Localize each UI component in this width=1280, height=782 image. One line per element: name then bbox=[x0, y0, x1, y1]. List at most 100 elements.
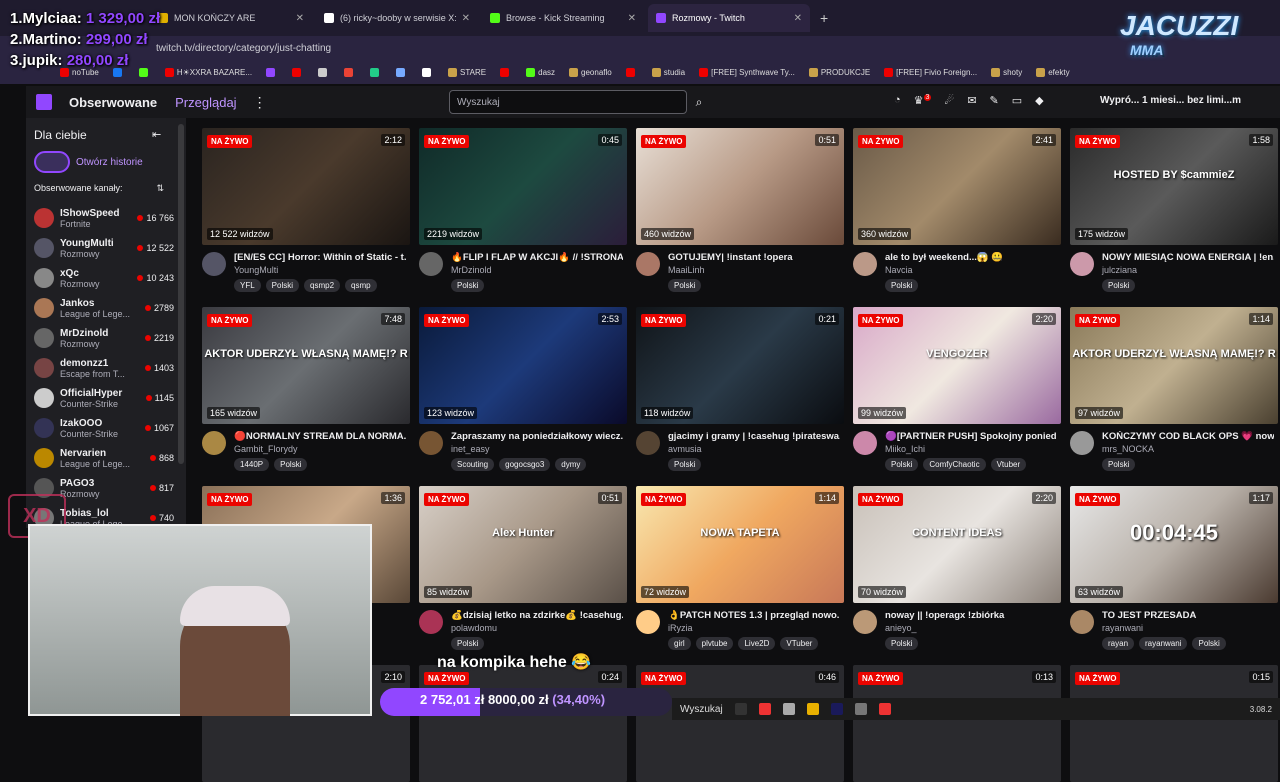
streamer-name[interactable]: inet_easy bbox=[451, 444, 623, 454]
stream-card[interactable]: NA ŻYWO 2:12 12 522 widzów [EN/ES CC] Hor… bbox=[202, 128, 410, 292]
address-bar[interactable]: twitch.tv/directory/category/just-chatti… bbox=[0, 36, 1280, 60]
avatar[interactable] bbox=[636, 252, 660, 276]
collapse-icon[interactable]: ⇤ bbox=[152, 128, 161, 141]
bookmark-item[interactable]: geonaflo bbox=[569, 67, 612, 77]
close-tab-icon[interactable]: ✕ bbox=[462, 13, 470, 24]
streamer-name[interactable]: iRyzia bbox=[668, 623, 840, 633]
stream-thumbnail[interactable]: NA ŻYWO 1:14 NOWA TAPETA 72 widzów bbox=[636, 486, 844, 603]
browser-tab[interactable]: (6) ricky~dooby w serwisie X: „ ✕ bbox=[316, 4, 478, 32]
crown-icon[interactable]: ♛ 3 bbox=[914, 94, 932, 107]
bookmark-item[interactable]: H☀XXRA BAZARE... bbox=[164, 67, 252, 77]
tag[interactable]: YFL bbox=[234, 279, 261, 292]
tag[interactable]: ComfyChaotic bbox=[923, 458, 986, 471]
stream-title[interactable]: Zapraszamy na poniedziałkowy wiecz... bbox=[451, 431, 623, 442]
tag[interactable]: Polski bbox=[668, 458, 702, 471]
browser-tab[interactable]: Browse - Kick Streaming ✕ bbox=[482, 4, 644, 32]
stream-card[interactable]: NA ŻYWO 0:51 Alex Hunter 85 widzów 💰dzisia… bbox=[419, 486, 627, 650]
more-menu-icon[interactable]: ⋮ bbox=[253, 94, 267, 111]
tag[interactable]: rayan bbox=[1102, 637, 1135, 650]
search-input[interactable]: Wyszukaj bbox=[449, 90, 687, 114]
tag[interactable]: rayanwani bbox=[1139, 637, 1188, 650]
stream-card[interactable]: NA ŻYWO 0:24 bbox=[419, 665, 627, 782]
stream-card[interactable]: NA ŻYWO 0:45 2219 widzów 🔥FLIP I FLAP W A… bbox=[419, 128, 627, 292]
streamer-name[interactable]: polawdomu bbox=[451, 623, 623, 633]
avatar[interactable] bbox=[853, 610, 877, 634]
taskbar-search[interactable]: Wyszukaj bbox=[680, 704, 723, 715]
stream-title[interactable]: noway || !operagx !zbiórka bbox=[885, 610, 1057, 621]
tag[interactable]: Vtuber bbox=[990, 458, 1027, 471]
search-icon[interactable]: ⌕ bbox=[688, 90, 710, 114]
url-text[interactable]: twitch.tv/directory/category/just-chatti… bbox=[156, 43, 331, 54]
streamer-name[interactable]: anieyo_ bbox=[885, 623, 1057, 633]
tag[interactable]: Polski bbox=[451, 279, 485, 292]
sidebar-channel[interactable]: YoungMulti Rozmowy 12 522 bbox=[34, 234, 174, 262]
avatar[interactable] bbox=[853, 252, 877, 276]
stories-button[interactable]: Otwórz historie bbox=[34, 151, 143, 173]
tag[interactable]: Polski bbox=[1192, 637, 1226, 650]
stream-card[interactable]: NA ŻYWO 1:58 HOSTED BY $cammieZ 175 widzów… bbox=[1070, 128, 1278, 292]
stream-thumbnail[interactable]: NA ŻYWO 0:21 118 widzów bbox=[636, 307, 844, 424]
stream-title[interactable]: TO JEST PRZESADA bbox=[1102, 610, 1274, 621]
tag[interactable]: Polski bbox=[668, 279, 702, 292]
avatar[interactable] bbox=[419, 252, 443, 276]
avatar[interactable] bbox=[853, 431, 877, 455]
stream-title[interactable]: [EN/ES CC] Horror: Within of Static - t.… bbox=[234, 252, 406, 263]
bookmark-item[interactable] bbox=[266, 67, 278, 77]
sidebar-channel[interactable]: IzakOOO Counter-Strike 1067 bbox=[34, 414, 174, 442]
tag[interactable]: dymy bbox=[555, 458, 587, 471]
stream-thumbnail[interactable]: NA ŻYWO 0:46 bbox=[636, 665, 844, 782]
tag[interactable]: Polski bbox=[1102, 458, 1136, 471]
stream-thumbnail[interactable]: NA ŻYWO 2:53 123 widzów bbox=[419, 307, 627, 424]
stream-title[interactable]: GOTUJEMY| !instant !opera bbox=[668, 252, 840, 263]
tag[interactable]: VTuber bbox=[780, 637, 819, 650]
close-tab-icon[interactable]: ✕ bbox=[296, 13, 304, 24]
tag[interactable]: Polski bbox=[1102, 279, 1136, 292]
bookmark-item[interactable] bbox=[370, 67, 382, 77]
bookmark-item[interactable]: shoty bbox=[991, 67, 1022, 77]
streamer-name[interactable]: Miiko_Ichi bbox=[885, 444, 1057, 454]
bookmark-item[interactable]: PRODUKCJE bbox=[808, 67, 870, 77]
stream-card[interactable]: NA ŻYWO 0:51 460 widzów GOTUJEMY| !instan… bbox=[636, 128, 844, 292]
sidebar-channel[interactable]: IShowSpeed Fortnite 16 766 bbox=[34, 204, 174, 232]
bookmark-item[interactable]: [FREE] Synthwave Ty... bbox=[699, 67, 795, 77]
stream-title[interactable]: ale to był weekend...😱 🤐 bbox=[885, 252, 1057, 263]
streamer-name[interactable]: YoungMulti bbox=[234, 265, 406, 275]
tag[interactable]: Scouting bbox=[451, 458, 495, 471]
tray-app-icon[interactable] bbox=[854, 703, 867, 715]
avatar[interactable] bbox=[636, 610, 660, 634]
avatar[interactable] bbox=[1070, 252, 1094, 276]
tag[interactable]: Polski bbox=[885, 279, 919, 292]
sidebar-channel[interactable]: OfficialHyper Counter-Strike 1145 bbox=[34, 384, 174, 412]
inbox-icon[interactable]: ✉ bbox=[967, 94, 976, 107]
sidebar-channel[interactable]: xQc Rozmowy 10 243 bbox=[34, 264, 174, 292]
stream-thumbnail[interactable]: NA ŻYWO 0:45 2219 widzów bbox=[419, 128, 627, 245]
bookmark-item[interactable] bbox=[344, 67, 356, 77]
stream-thumbnail[interactable]: NA ŻYWO 0:13 bbox=[853, 665, 1061, 782]
drops-icon[interactable]: ☄ bbox=[944, 94, 954, 107]
twitch-logo-icon[interactable] bbox=[36, 94, 52, 110]
bookmark-item[interactable] bbox=[500, 67, 512, 77]
premiere-icon[interactable] bbox=[830, 703, 843, 715]
stream-card[interactable]: NA ŻYWO 0:13 bbox=[853, 665, 1061, 782]
nav-following[interactable]: Obserwowane bbox=[69, 95, 157, 110]
bookmark-item[interactable] bbox=[625, 67, 638, 77]
stream-title[interactable]: gjacimy i gramy | !casehug !pirateswa... bbox=[668, 431, 840, 442]
tag[interactable]: gogocsgo3 bbox=[499, 458, 551, 471]
stream-thumbnail[interactable]: NA ŻYWO 0:15 bbox=[1070, 665, 1278, 782]
sidebar-channel[interactable]: Nervarien League of Lege... 868 bbox=[34, 444, 174, 472]
stream-title[interactable]: 👌PATCH NOTES 1.3 | przegląd nowo... bbox=[668, 610, 840, 621]
steam-icon[interactable] bbox=[734, 703, 747, 715]
app-icon[interactable] bbox=[782, 703, 795, 715]
tag[interactable]: Polski bbox=[885, 637, 919, 650]
stream-card[interactable]: NA ŻYWO 2:20 VENGOZER 99 widzów 🟣[PARTNER … bbox=[853, 307, 1061, 471]
stream-thumbnail[interactable]: NA ŻYWO 0:51 460 widzów bbox=[636, 128, 844, 245]
bookmark-item[interactable] bbox=[422, 67, 434, 77]
tag[interactable]: qsmp2 bbox=[304, 279, 341, 292]
activity-icon[interactable]: ◔ bbox=[894, 94, 901, 107]
sidebar-channel[interactable]: demonzz1 Escape from T... 1403 bbox=[34, 354, 174, 382]
stream-thumbnail[interactable]: NA ŻYWO 1:17 00:04:45 63 widzów bbox=[1070, 486, 1278, 603]
streamer-name[interactable]: Navcia bbox=[885, 265, 1057, 275]
stream-title[interactable]: 🔥FLIP I FLAP W AKCJI🔥 // !STRONA bbox=[451, 252, 623, 263]
bookmark-item[interactable]: STARE bbox=[448, 67, 486, 77]
sort-icon[interactable]: ⇅ bbox=[156, 183, 164, 194]
